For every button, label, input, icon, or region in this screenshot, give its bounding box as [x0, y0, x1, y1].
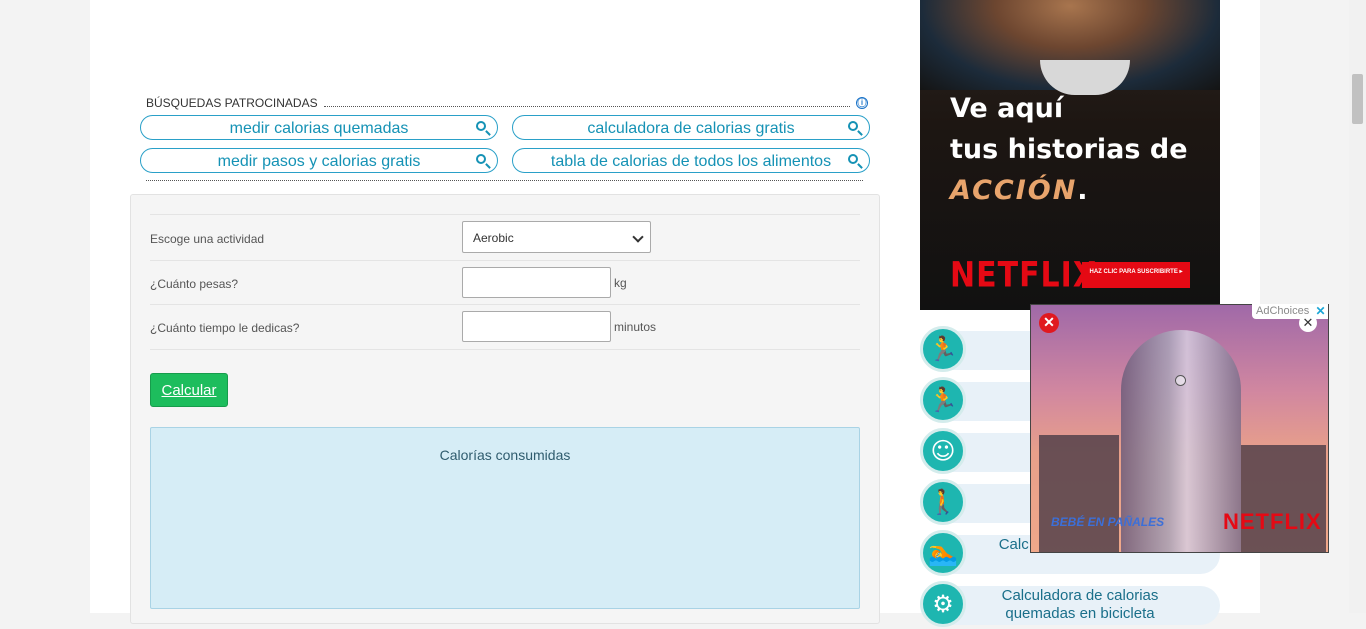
pill-label: medir pasos y calorias gratis — [217, 153, 421, 170]
ad-subscribe-button[interactable]: HAZ CLIC PARA SUSCRIBIRTE ▸ — [1082, 262, 1190, 288]
pill-label: calculadora de calorias gratis — [587, 120, 795, 137]
sponsored-search-pill[interactable]: medir pasos y calorias gratis — [140, 148, 498, 173]
ad-accent-word: ACCIÓN — [950, 175, 1078, 206]
activity-selected-value: Aerobic — [473, 231, 514, 245]
info-icon[interactable]: ⓘ — [856, 97, 868, 109]
scrollbar[interactable] — [1349, 0, 1366, 613]
calorie-calculator-form: Escoge una actividad Aerobic ¿Cuánto pes… — [130, 194, 880, 624]
ad-accent-dot: . — [1077, 175, 1090, 206]
calculate-button[interactable]: Calcular — [150, 373, 228, 407]
close-ad-button[interactable]: ✕ — [1299, 314, 1317, 332]
search-icon — [848, 121, 858, 131]
pill-label: tabla de calorias de todos los alimentos — [550, 153, 832, 170]
ad-headline: tus historias de — [950, 134, 1188, 165]
scrollbar-thumb[interactable] — [1352, 74, 1363, 124]
time-label: ¿Cuánto tiempo le dedicas? — [150, 321, 300, 335]
weight-label: ¿Cuánto pesas? — [150, 277, 239, 291]
time-input[interactable] — [462, 311, 611, 342]
swimming-icon: 🏊 — [920, 530, 966, 576]
mouse-cursor — [1175, 375, 1186, 386]
overlay-video-ad[interactable]: BEBÉ EN PAÑALES NETFLIX ✕ — [1030, 304, 1329, 553]
walking-icon: 🚶 — [920, 479, 966, 525]
category-item[interactable]: ⚙ Calculadora de calorias quemadas en bi… — [920, 581, 1220, 629]
sponsored-searches: BÚSQUEDAS PATROCINADAS ⓘ — [146, 96, 868, 110]
divider — [323, 99, 850, 107]
ad-headline: Ve aquí — [950, 93, 1064, 124]
runner-icon: 🏃 — [920, 326, 966, 372]
sponsored-search-pill[interactable]: tabla de calorias de todos los alimentos — [512, 148, 870, 173]
pill-label: medir calorias quemadas — [229, 120, 409, 137]
ad-building-image — [1039, 435, 1119, 552]
netflix-logo: NETFLIX — [950, 255, 1097, 296]
search-icon — [476, 154, 486, 164]
time-unit: minutos — [614, 320, 657, 334]
search-icon — [848, 154, 858, 164]
search-icon — [476, 121, 486, 131]
ad-headline-accent: ACCIÓN. — [950, 175, 1090, 206]
weight-input[interactable] — [462, 267, 611, 298]
result-title: Calorías consumidas — [439, 447, 571, 463]
netflix-ad-banner[interactable]: Ve aquí tus historias de ACCIÓN. NETFLIX… — [920, 0, 1220, 310]
sponsored-search-pill[interactable]: medir calorias quemadas — [140, 115, 498, 140]
meditation-icon: ☺ — [920, 428, 966, 474]
activity-select[interactable]: Aerobic — [462, 221, 651, 253]
category-label: Calculadora de calorias quemadas en bici… — [1001, 587, 1159, 622]
ad-building-image — [1241, 445, 1326, 552]
sprint-icon: 🏃 — [920, 377, 966, 423]
activity-label: Escoge una actividad — [150, 232, 265, 246]
sponsored-search-pill[interactable]: calculadora de calorias gratis — [512, 115, 870, 140]
chevron-down-icon — [632, 231, 644, 243]
close-icon[interactable]: ✕ — [1039, 313, 1059, 333]
weight-unit: kg — [614, 276, 627, 290]
bicycle-icon: ⚙ — [920, 581, 966, 627]
netflix-logo: NETFLIX — [1223, 509, 1322, 534]
sponsored-title: BÚSQUEDAS PATROCINADAS — [146, 96, 318, 110]
divider — [146, 180, 863, 181]
result-panel: Calorías consumidas — [150, 427, 860, 609]
ad-show-logo: BEBÉ EN PAÑALES — [1051, 515, 1165, 529]
